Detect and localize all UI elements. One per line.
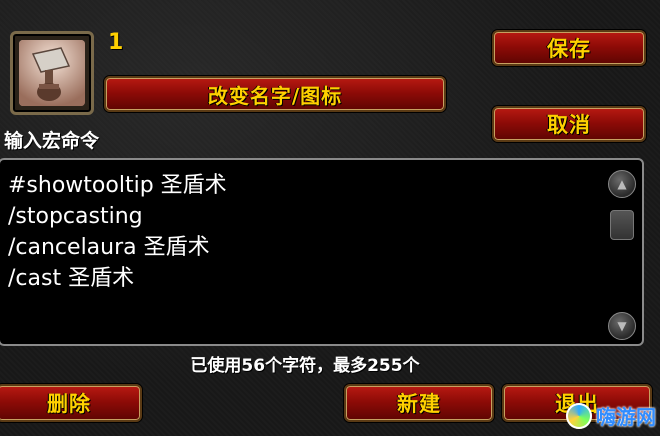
new-button[interactable]: 新建 bbox=[344, 384, 494, 422]
hammer-fist-icon bbox=[19, 40, 85, 106]
macro-prompt-label: 输入宏命令 bbox=[4, 130, 100, 152]
macro-number: 1 bbox=[108, 30, 124, 55]
scroll-up-icon[interactable]: ▲ bbox=[608, 170, 636, 198]
watermark: 嗨游网 bbox=[566, 401, 656, 430]
cancel-button[interactable]: 取消 bbox=[492, 106, 646, 142]
macro-text[interactable]: #showtooltip 圣盾术 /stopcasting /cancelaur… bbox=[8, 170, 598, 294]
macro-icon-button[interactable] bbox=[10, 31, 94, 115]
save-button[interactable]: 保存 bbox=[492, 30, 646, 66]
scroll-down-icon[interactable]: ▼ bbox=[608, 312, 636, 340]
change-name-icon-button[interactable]: 改变名字/图标 bbox=[104, 76, 446, 112]
char-count-status: 已使用56个字符，最多255个 bbox=[190, 356, 420, 376]
scroll-thumb[interactable] bbox=[610, 210, 634, 240]
editor-scrollbar[interactable]: ▲ ▼ bbox=[608, 166, 636, 340]
macro-line: /stopcasting bbox=[8, 204, 143, 229]
macro-line: #showtooltip 圣盾术 bbox=[8, 173, 227, 198]
macro-line: /cancelaura 圣盾术 bbox=[8, 235, 210, 260]
delete-button[interactable]: 删除 bbox=[0, 384, 142, 422]
macro-text-editor[interactable]: #showtooltip 圣盾术 /stopcasting /cancelaur… bbox=[0, 158, 644, 346]
macro-line: /cast 圣盾术 bbox=[8, 266, 135, 291]
watermark-text: 嗨游网 bbox=[596, 405, 656, 429]
watermark-logo-icon bbox=[566, 402, 592, 429]
